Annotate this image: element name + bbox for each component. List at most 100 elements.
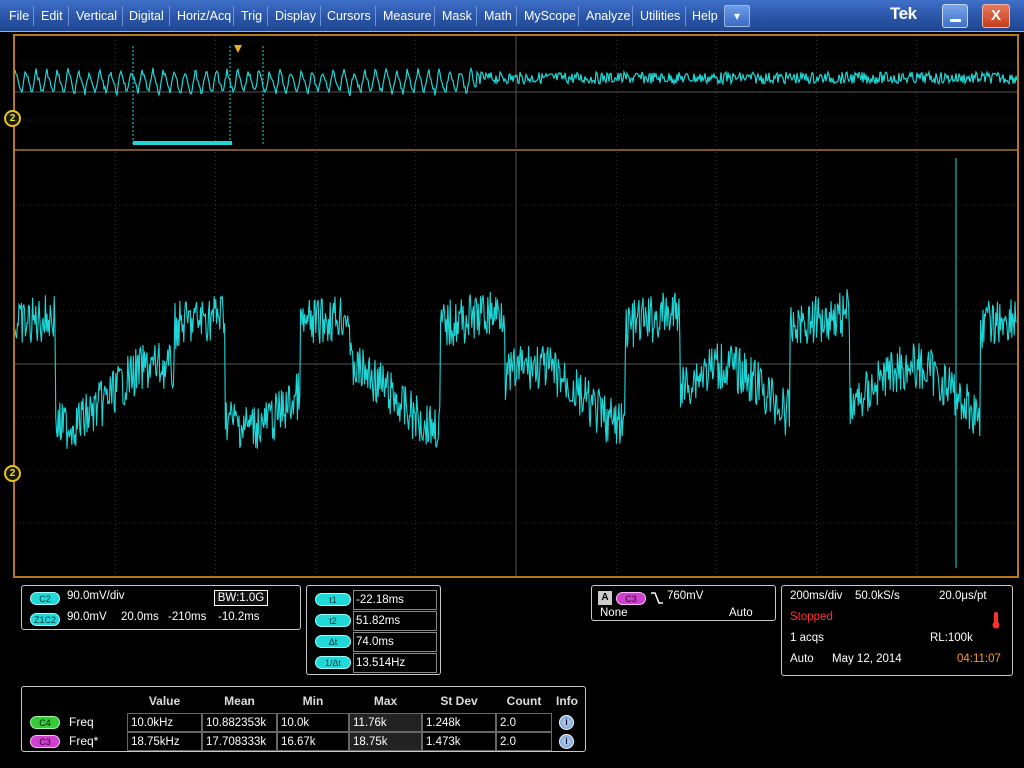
menu-separator	[122, 6, 123, 26]
measurement-min: 16.67k	[277, 732, 349, 751]
measurement-header-info: Info	[556, 694, 578, 708]
menu-help[interactable]: Help	[692, 0, 718, 32]
acquisition-count: 1 acqs	[790, 632, 824, 644]
acquisition-mode: Auto	[790, 653, 814, 665]
trigger-level: 760mV	[667, 590, 704, 602]
measurement-min: 10.0k	[277, 713, 349, 732]
trigger-coupling: None	[600, 607, 628, 619]
measurement-max: 18.75k	[349, 732, 422, 751]
measurement-header-mean: Mean	[224, 694, 255, 708]
channel-marker-label: 2	[9, 113, 16, 124]
c2-badge[interactable]: C2	[30, 592, 60, 605]
menu-trig[interactable]: Trig	[241, 0, 262, 32]
cursor-label-2: Δt	[315, 635, 351, 648]
menu-separator	[267, 6, 268, 26]
menu-utilities[interactable]: Utilities	[640, 0, 680, 32]
cursor-label-3: 1/Δt	[315, 656, 351, 669]
measurement-count: 2.0	[496, 713, 552, 732]
measurement-mean: 17.708333k	[202, 732, 277, 751]
cursor-label-1: t2	[315, 614, 351, 627]
measurement-source-badge[interactable]: C3	[30, 735, 60, 748]
info-icon[interactable]: i	[559, 715, 574, 730]
measurement-panel[interactable]: Value Mean Min Max St Dev Count Info C4 Freq 10.…	[21, 686, 586, 752]
menu-separator	[68, 6, 69, 26]
menu-dropdown-button[interactable]: ▾	[724, 5, 750, 27]
minimize-button[interactable]	[942, 4, 968, 28]
menu-myscope[interactable]: MyScope	[524, 0, 576, 32]
menu-separator	[578, 6, 579, 26]
measurement-source-badge[interactable]: C4	[30, 716, 60, 729]
measurement-stdev: 1.473k	[422, 732, 496, 751]
thermometer-icon	[992, 612, 1000, 629]
menu-separator	[434, 6, 435, 26]
acquisition-readout-panel[interactable]: 200ms/div 50.0kS/s 20.0μs/pt Stopped 1 a…	[781, 585, 1013, 676]
channel-marker-label: 2	[9, 468, 16, 479]
measurement-value: 10.0kHz	[127, 713, 202, 732]
chevron-down-icon: ▾	[733, 9, 741, 23]
zoom-position: -210ms	[168, 611, 207, 623]
measurement-header-count: Count	[506, 694, 542, 708]
menu-edit[interactable]: Edit	[41, 0, 63, 32]
cursor-value-2: 74.0ms	[353, 632, 437, 652]
menu-separator	[632, 6, 633, 26]
c2-scale: 90.0mV/div	[67, 590, 125, 602]
close-icon: X	[990, 7, 1001, 24]
measurement-header-max: Max	[373, 694, 398, 708]
cursor-value-3: 13.514Hz	[353, 653, 437, 673]
trigger-source-badge[interactable]: C3	[616, 592, 646, 605]
waveform-graticule	[15, 36, 1017, 576]
menu-mask[interactable]: Mask	[442, 0, 472, 32]
overview-graticule	[15, 36, 1017, 148]
menu-separator	[375, 6, 376, 26]
bandwidth-indicator: BW:1.0G	[214, 590, 268, 606]
menu-vertical[interactable]: Vertical	[76, 0, 117, 32]
menu-display[interactable]: Display	[275, 0, 316, 32]
menu-separator	[685, 6, 686, 26]
measurement-stdev: 1.248k	[422, 713, 496, 732]
menu-analyze[interactable]: Analyze	[586, 0, 630, 32]
tek-logo: Tek	[890, 4, 917, 23]
record-length: RL:100k	[930, 632, 973, 644]
info-icon[interactable]: i	[559, 734, 574, 749]
waveform-display[interactable]: 2 2	[4, 34, 1019, 578]
measurement-count: 2.0	[496, 732, 552, 751]
menu-separator	[33, 6, 34, 26]
menu-separator	[169, 6, 170, 26]
menu-file[interactable]: File	[9, 0, 29, 32]
channel-marker-upper[interactable]: 2	[4, 110, 21, 127]
zoom-window-box	[132, 46, 264, 146]
menu-measure[interactable]: Measure	[383, 0, 432, 32]
menu-cursors[interactable]: Cursors	[327, 0, 371, 32]
minimize-icon	[950, 19, 961, 22]
cursor-value-0: -22.18ms	[353, 590, 437, 610]
acquisition-state: Stopped	[790, 611, 833, 623]
close-button[interactable]: X	[982, 4, 1010, 28]
cursor-label-0: t1	[315, 593, 351, 606]
falling-edge-icon	[651, 592, 663, 604]
menu-math[interactable]: Math	[484, 0, 512, 32]
measurement-max: 11.76k	[349, 713, 422, 732]
channel-readout-panel[interactable]: C2 90.0mV/div BW:1.0G Z1C2 90.0mV 20.0ms…	[21, 585, 301, 630]
menu-horiz-acq[interactable]: Horiz/Acq	[177, 0, 231, 32]
menu-separator	[320, 6, 321, 26]
trigger-mode-letter: A	[598, 591, 612, 605]
acquisition-date: May 12, 2014	[832, 653, 902, 665]
zoom-time: 20.0ms	[121, 611, 159, 623]
menu-separator	[233, 6, 234, 26]
zoom-offset: -10.2ms	[218, 611, 260, 623]
zoom-c2-badge[interactable]: Z1C2	[30, 613, 60, 626]
menu-digital[interactable]: Digital	[129, 0, 164, 32]
sample-rate: 50.0kS/s	[855, 590, 900, 602]
measurement-header-st-dev: St Dev	[440, 694, 478, 708]
menu-separator	[516, 6, 517, 26]
measurement-name: Freq*	[69, 734, 99, 748]
menu-separator	[476, 6, 477, 26]
trigger-mode: Auto	[729, 607, 753, 619]
trigger-readout-panel[interactable]: A C3 760mV None Auto	[591, 585, 776, 621]
measurement-header-min: Min	[302, 694, 324, 708]
measurement-mean: 10.882353k	[202, 713, 277, 732]
menu-bar: File Edit Vertical Digital Horiz/Acq Tri…	[0, 0, 1024, 32]
channel-marker-lower[interactable]: 2	[4, 465, 21, 482]
time-resolution: 20.0μs/pt	[939, 590, 987, 602]
cursor-readout-panel[interactable]: t1 -22.18ms t2 51.82ms Δt 74.0ms 1/Δt 13.514Hz	[306, 585, 441, 675]
